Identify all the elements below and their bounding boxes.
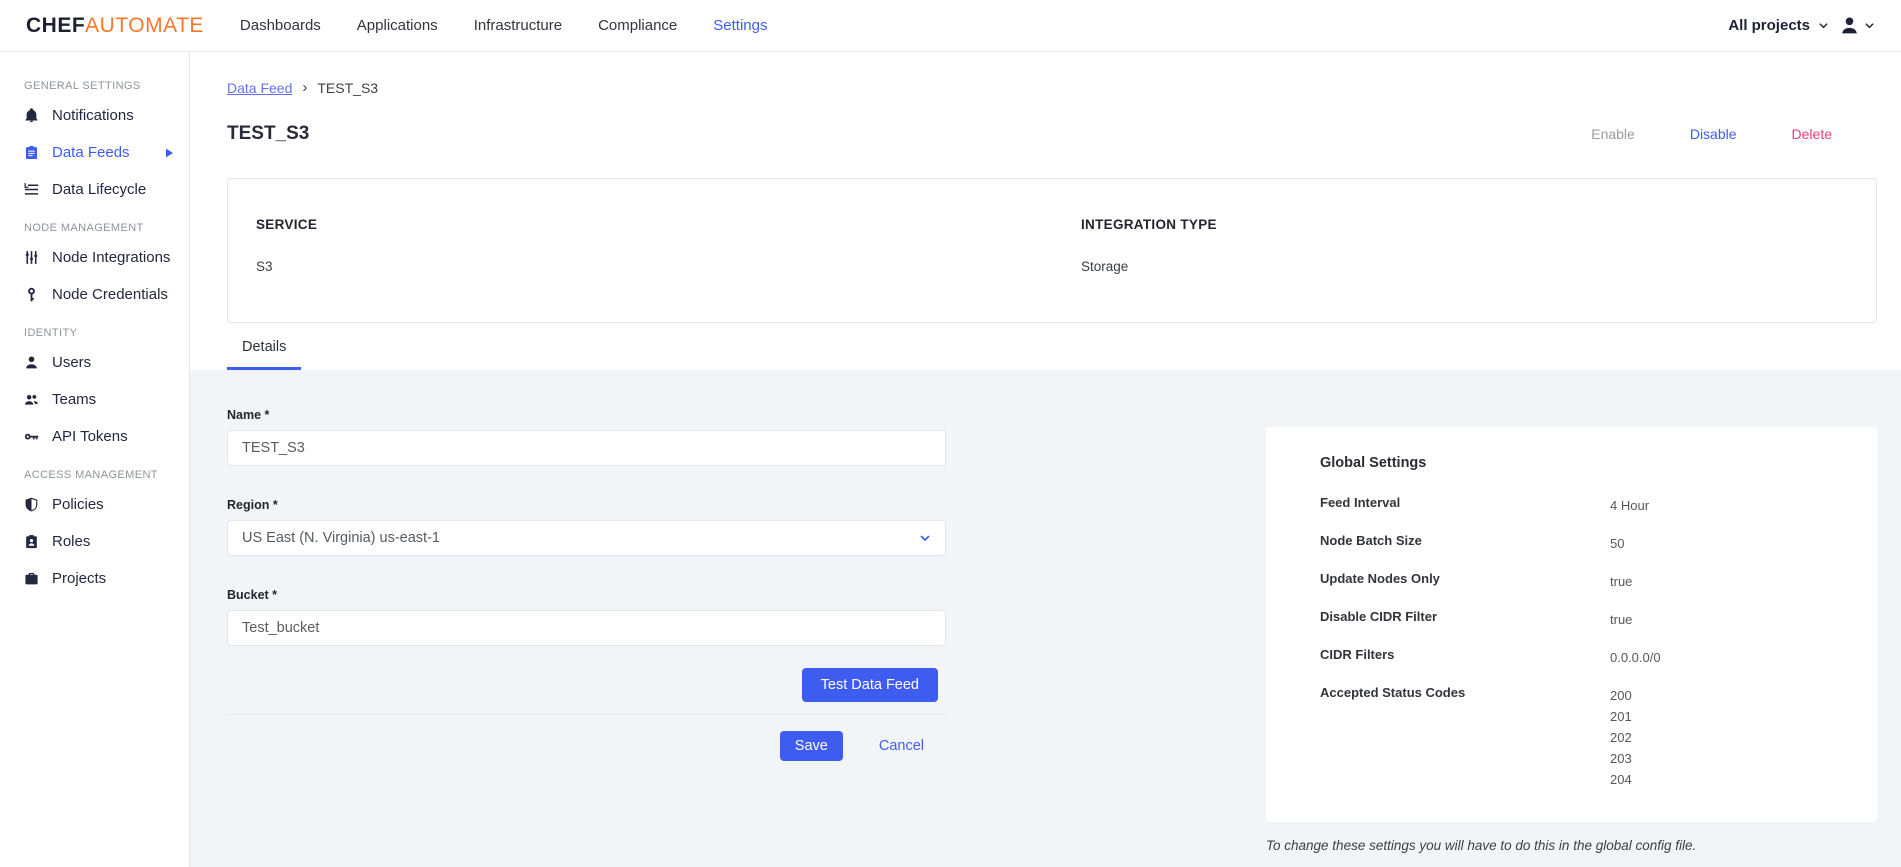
bell-icon <box>24 108 39 123</box>
main-content: Data Feed › TEST_S3 TEST_S3 Enable Disab… <box>190 52 1901 867</box>
test-data-feed-button[interactable]: Test Data Feed <box>801 668 938 702</box>
sidebar-item-api-tokens[interactable]: API Tokens <box>0 418 189 455</box>
sidebar: GENERAL SETTINGS Notifications Data Feed… <box>0 52 190 867</box>
clipboard-icon <box>24 145 39 160</box>
integration-type-value: Storage <box>1081 259 1129 274</box>
enable-button[interactable]: Enable <box>1591 126 1635 142</box>
chevron-down-icon <box>919 532 931 544</box>
breadcrumb-data-feed-link[interactable]: Data Feed <box>227 80 292 96</box>
breadcrumb-current: TEST_S3 <box>317 79 379 96</box>
key-icon <box>24 287 39 302</box>
lifecycle-icon <box>24 182 39 197</box>
shield-icon <box>24 497 39 512</box>
sliders-icon <box>24 250 39 265</box>
sidebar-heading-access-management: ACCESS MANAGEMENT <box>24 469 158 481</box>
sidebar-item-label: Users <box>52 354 92 371</box>
setting-row-update-nodes-only: Update Nodes Only true <box>1320 571 1633 589</box>
nav-compliance[interactable]: Compliance <box>598 17 677 34</box>
nav-dashboards[interactable]: Dashboards <box>240 17 321 34</box>
sidebar-item-label: Notifications <box>52 107 134 124</box>
sidebar-heading-general-settings: GENERAL SETTINGS <box>24 80 141 92</box>
chevron-down-icon <box>1864 20 1875 31</box>
sidebar-item-data-feeds[interactable]: Data Feeds <box>0 134 189 171</box>
integration-type-label: INTEGRATION TYPE <box>1081 217 1217 232</box>
tab-details[interactable]: Details <box>227 339 302 370</box>
name-field-label: Name * <box>227 408 270 422</box>
sidebar-item-label: Teams <box>52 391 97 408</box>
header-right: All projects <box>1728 15 1875 36</box>
nav-settings[interactable]: Settings <box>713 17 767 34</box>
save-button[interactable]: Save <box>779 731 843 761</box>
setting-row-cidr-filters: CIDR Filters 0.0.0.0/0 <box>1320 647 1661 665</box>
sidebar-item-policies[interactable]: Policies <box>0 486 189 523</box>
global-settings-panel: Global Settings Feed Interval 4 Hour Nod… <box>1266 427 1877 822</box>
tab-bar: Details <box>227 323 1877 370</box>
user-icon <box>24 355 39 370</box>
sidebar-item-label: Data Feeds <box>52 144 130 161</box>
form-divider <box>227 714 946 715</box>
sidebar-item-roles[interactable]: Roles <box>0 523 189 560</box>
sidebar-item-label: Node Integrations <box>52 249 171 266</box>
sidebar-item-teams[interactable]: Teams <box>0 381 189 418</box>
sidebar-heading-node-management: NODE MANAGEMENT <box>24 222 144 234</box>
setting-row-node-batch-size: Node Batch Size 50 <box>1320 533 1625 551</box>
sidebar-item-label: Policies <box>52 496 104 513</box>
sidebar-item-label: Roles <box>52 533 91 550</box>
sidebar-item-notifications[interactable]: Notifications <box>0 97 189 134</box>
data-feed-form: Name * Region * US East (N. Virginia) us… <box>227 408 946 761</box>
region-field-label: Region * <box>227 498 278 512</box>
chef-automate-logo[interactable]: CHEFAUTOMATE <box>26 14 204 38</box>
service-label: SERVICE <box>256 217 318 232</box>
global-settings-footnote: To change these settings you will have t… <box>1266 838 1697 853</box>
summary-card: SERVICE S3 INTEGRATION TYPE Storage <box>227 178 1877 323</box>
delete-button[interactable]: Delete <box>1792 126 1832 142</box>
main-nav: Dashboards Applications Infrastructure C… <box>240 17 768 34</box>
breadcrumb: Data Feed › TEST_S3 <box>227 79 1877 96</box>
setting-row-feed-interval: Feed Interval 4 Hour <box>1320 495 1650 513</box>
logo-automate-text: AUTOMATE <box>85 13 204 37</box>
service-value: S3 <box>256 259 273 274</box>
sidebar-item-projects[interactable]: Projects <box>0 560 189 597</box>
token-key-icon <box>24 429 39 444</box>
logo-chef-text: CHEF <box>26 13 86 37</box>
projects-filter-label: All projects <box>1728 17 1810 34</box>
bucket-field-label: Bucket * <box>227 588 278 602</box>
badge-icon <box>24 534 39 549</box>
setting-row-accepted-status-codes: Accepted Status Codes 200 201 202 203 20… <box>1320 685 1632 787</box>
cancel-button[interactable]: Cancel <box>879 738 924 754</box>
global-settings-title: Global Settings <box>1320 455 1427 471</box>
disable-button[interactable]: Disable <box>1690 126 1737 142</box>
sidebar-item-node-credentials[interactable]: Node Credentials <box>0 276 189 313</box>
sidebar-item-label: Projects <box>52 570 107 587</box>
app-root: CHEFAUTOMATE Dashboards Applications Inf… <box>0 0 1901 867</box>
top-nav: CHEFAUTOMATE Dashboards Applications Inf… <box>0 0 1901 52</box>
submenu-arrow-icon <box>166 148 173 157</box>
sidebar-item-node-integrations[interactable]: Node Integrations <box>0 239 189 276</box>
setting-row-disable-cidr-filter: Disable CIDR Filter true <box>1320 609 1633 627</box>
region-select-value: US East (N. Virginia) us-east-1 <box>242 530 440 546</box>
user-menu[interactable] <box>1839 15 1875 36</box>
page-actions: Enable Disable Delete <box>1591 126 1832 142</box>
name-field[interactable] <box>227 430 946 466</box>
projects-filter-dropdown[interactable]: All projects <box>1728 17 1829 34</box>
tab-details-label: Details <box>242 339 287 355</box>
page-title: TEST_S3 <box>227 123 310 144</box>
sidebar-item-users[interactable]: Users <box>0 344 189 381</box>
sidebar-item-data-lifecycle[interactable]: Data Lifecycle <box>0 171 189 208</box>
chevron-down-icon <box>1818 20 1829 31</box>
region-select[interactable]: US East (N. Virginia) us-east-1 <box>227 520 946 556</box>
sidebar-item-label: Node Credentials <box>52 286 168 303</box>
sidebar-heading-identity: IDENTITY <box>24 327 78 339</box>
bucket-field[interactable] <box>227 610 946 646</box>
sidebar-item-label: Data Lifecycle <box>52 181 147 198</box>
people-icon <box>24 392 39 407</box>
nav-infrastructure[interactable]: Infrastructure <box>474 17 562 34</box>
nav-applications[interactable]: Applications <box>357 17 438 34</box>
briefcase-icon <box>24 571 39 586</box>
sidebar-item-label: API Tokens <box>52 428 128 445</box>
breadcrumb-separator: › <box>302 79 308 96</box>
user-avatar-icon <box>1839 15 1860 36</box>
